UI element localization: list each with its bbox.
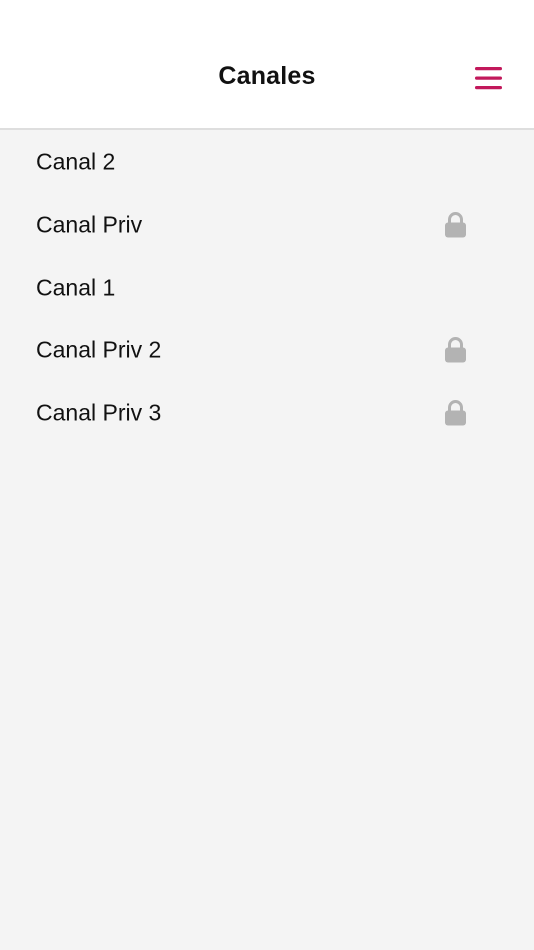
- channel-name: Canal 2: [36, 148, 116, 175]
- lock-icon: [445, 400, 466, 426]
- channel-name: Canal Priv: [36, 211, 143, 238]
- channel-name: Canal Priv 3: [36, 399, 162, 426]
- channel-row[interactable]: Canal Priv 2: [0, 319, 534, 382]
- channel-row[interactable]: Canal Priv 3: [0, 382, 534, 445]
- channel-row[interactable]: Canal 1: [0, 256, 534, 319]
- app-screen: Canales Canal 2 Canal Priv Canal 1 Canal…: [0, 0, 534, 950]
- menu-button[interactable]: [470, 60, 508, 98]
- channel-list: Canal 2 Canal Priv Canal 1 Canal Priv 2 …: [0, 131, 534, 444]
- channel-row[interactable]: Canal 2: [0, 131, 534, 194]
- hamburger-menu-icon: [475, 67, 502, 90]
- top-bar: Canales: [0, 0, 534, 130]
- channel-name: Canal Priv 2: [36, 336, 162, 363]
- channel-name: Canal 1: [36, 274, 116, 301]
- lock-icon: [445, 337, 466, 363]
- page-title: Canales: [218, 62, 316, 90]
- lock-icon: [445, 212, 466, 238]
- channel-row[interactable]: Canal Priv: [0, 194, 534, 257]
